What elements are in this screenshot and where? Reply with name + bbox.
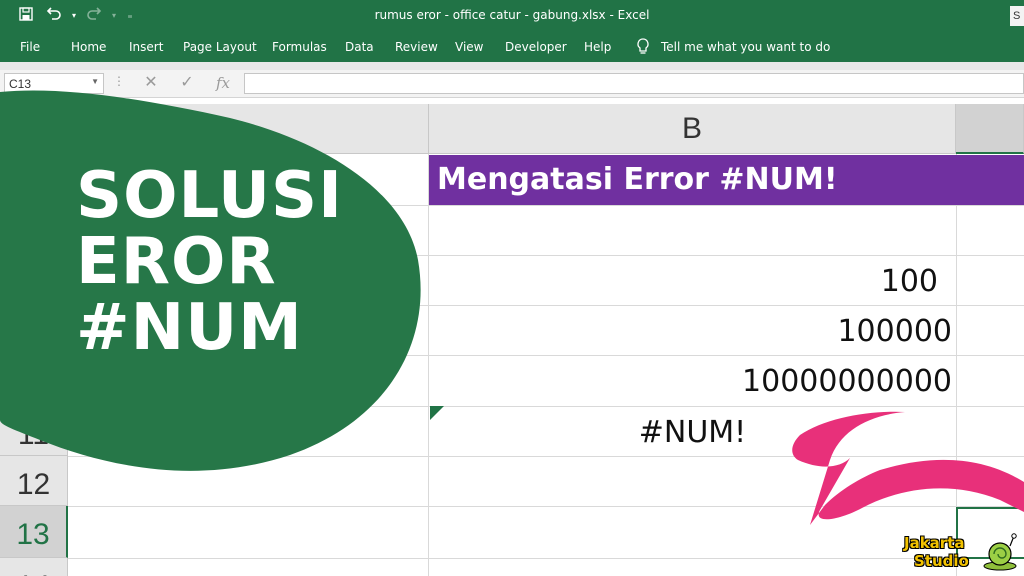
cell-b12-error[interactable]: #NUM! [429, 415, 956, 450]
row-header-10[interactable] [0, 305, 68, 355]
cell-b10[interactable]: 100000 [429, 314, 956, 349]
cell-b7-title[interactable]: Mengatasi Error #NUM! [429, 155, 1024, 205]
column-header-c[interactable] [956, 104, 1024, 154]
worksheet-grid: B 11 12 13 14 Mengatasi Error #NUM! 100 … [0, 104, 1024, 576]
row-header-7[interactable] [0, 155, 68, 205]
tab-file[interactable]: File [20, 40, 40, 54]
tell-me-search[interactable]: Tell me what you want to do [661, 40, 830, 54]
cancel-icon[interactable]: ✕ [138, 73, 164, 93]
title-bar: ▾ ▾ ₌ rumus eror - office catur - gabung… [0, 0, 1024, 32]
tab-insert[interactable]: Insert [129, 40, 163, 54]
select-all-corner[interactable] [0, 104, 68, 154]
grid-line [68, 558, 1024, 559]
tab-developer[interactable]: Developer [505, 40, 567, 54]
row-header-9[interactable] [0, 255, 68, 305]
sign-in-button[interactable]: S [1010, 6, 1024, 26]
cell-b9[interactable]: 100 [429, 264, 956, 299]
lightbulb-icon [636, 38, 650, 56]
tab-data[interactable]: Data [345, 40, 374, 54]
grid-line [68, 255, 1024, 256]
ribbon-tabs: File Home Insert Page Layout Formulas Da… [0, 32, 1024, 62]
tab-review[interactable]: Review [395, 40, 438, 54]
column-header-a[interactable] [68, 104, 429, 154]
row-header-12[interactable]: 12 [0, 456, 68, 506]
grid-line [68, 456, 1024, 457]
chevron-down-icon[interactable]: ▼ [91, 77, 99, 86]
tab-formulas[interactable]: Formulas [272, 40, 327, 54]
active-cell-c13[interactable] [956, 507, 1024, 559]
grid-line [68, 305, 1024, 306]
cell-b11[interactable]: 10000000000 [429, 364, 956, 399]
row-header-14[interactable]: 14 [0, 558, 68, 576]
row-header-11b[interactable] [0, 355, 68, 405]
row-header-8[interactable] [0, 205, 68, 255]
formula-bar: C13 ▼ ⋮ ✕ ✓ fx [0, 70, 1024, 98]
name-box-value: C13 [9, 77, 32, 91]
tab-page-layout[interactable]: Page Layout [183, 40, 257, 54]
grid-line [68, 355, 1024, 356]
tab-view[interactable]: View [455, 40, 483, 54]
row-header-11[interactable]: 11 [0, 406, 68, 456]
grid-line [68, 205, 1024, 206]
grid-line [68, 506, 1024, 507]
ribbon-collapsed-area [0, 62, 1024, 70]
column-header-b[interactable]: B [429, 104, 956, 154]
tab-home[interactable]: Home [71, 40, 106, 54]
name-box[interactable]: C13 ▼ [4, 73, 104, 94]
row-header-13[interactable]: 13 [0, 506, 68, 558]
formula-input[interactable] [244, 73, 1024, 94]
drag-handle-icon[interactable]: ⋮ [113, 74, 125, 88]
insert-function-icon[interactable]: fx [210, 73, 236, 93]
tab-help[interactable]: Help [584, 40, 611, 54]
window-title: rumus eror - office catur - gabung.xlsx … [374, 8, 650, 22]
grid-line [68, 406, 1024, 407]
enter-check-icon[interactable]: ✓ [174, 73, 200, 93]
